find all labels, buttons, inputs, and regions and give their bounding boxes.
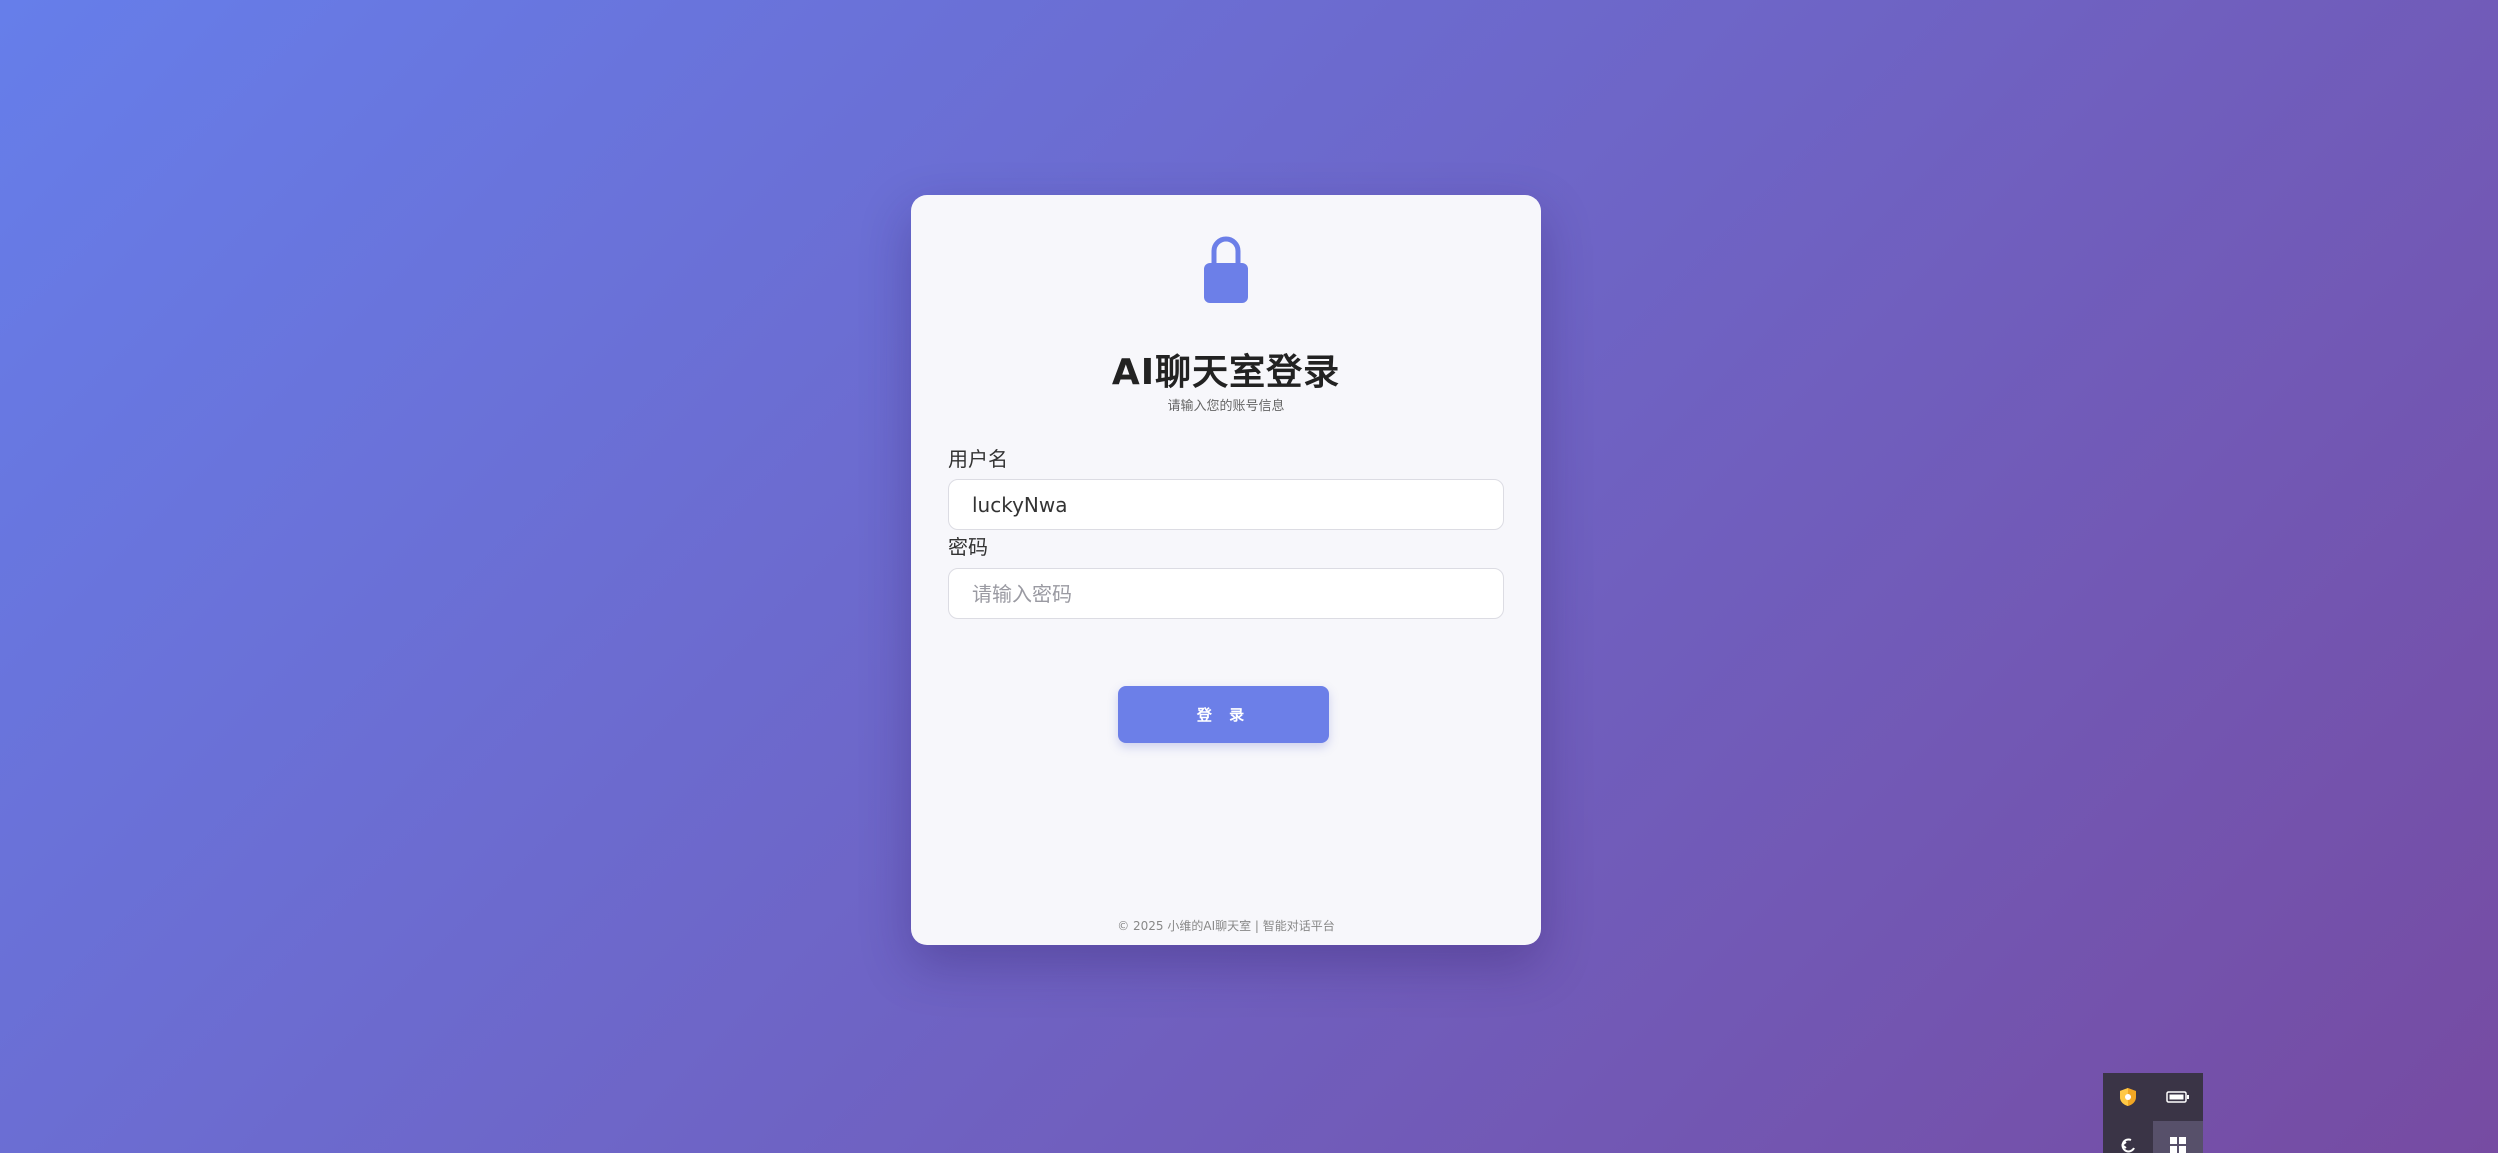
password-input[interactable] bbox=[948, 568, 1504, 619]
password-label: 密码 bbox=[948, 535, 988, 559]
page-subtitle: 请输入您的账号信息 bbox=[1167, 399, 1285, 414]
back-arrow-icon[interactable] bbox=[2103, 1121, 2153, 1153]
username-label: 用户名 bbox=[948, 447, 1008, 471]
battery-icon[interactable] bbox=[2153, 1073, 2203, 1121]
system-tray-overflow bbox=[2103, 1073, 2203, 1153]
windows-grid-icon[interactable] bbox=[2153, 1121, 2203, 1153]
page-title: AI聊天室登录 bbox=[1111, 352, 1341, 393]
username-input[interactable] bbox=[948, 479, 1504, 530]
login-button[interactable]: 登 录 bbox=[1118, 686, 1329, 743]
shield-icon[interactable] bbox=[2103, 1073, 2153, 1121]
footer-text: © 2025 小维的AI聊天室 | 智能对话平台 bbox=[1117, 919, 1335, 933]
lock-icon bbox=[1204, 236, 1248, 303]
login-card: AI聊天室登录 请输入您的账号信息 用户名 密码 登 录 © 2025 小维的A… bbox=[911, 195, 1541, 945]
